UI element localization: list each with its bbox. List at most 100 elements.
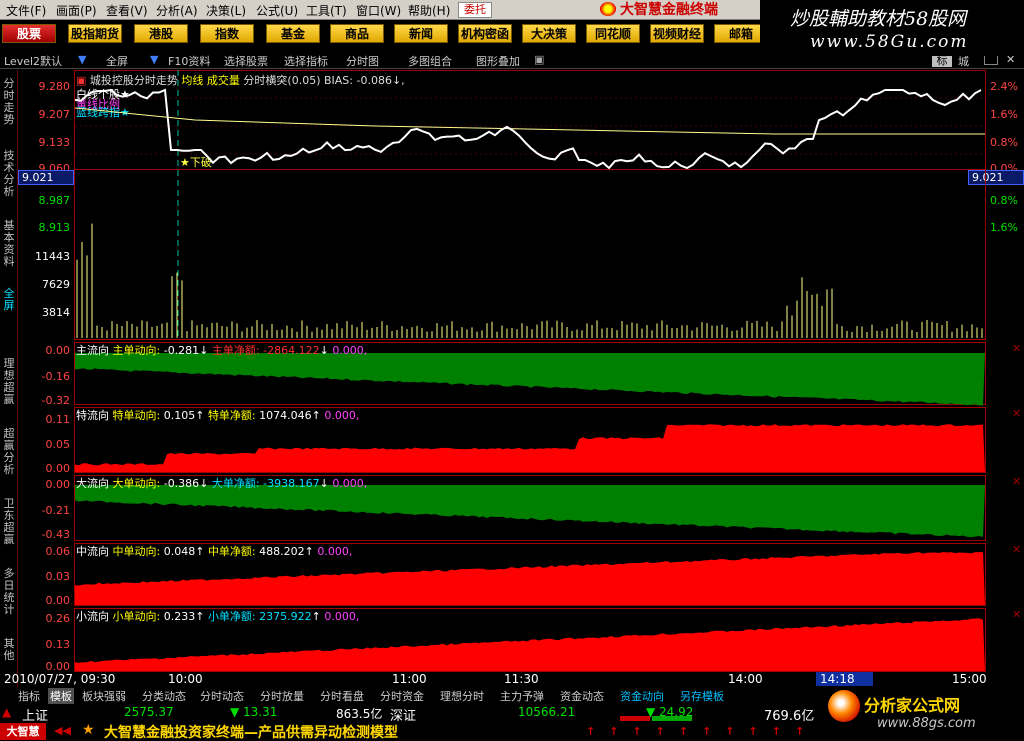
flow-arrow: ↑ [195, 610, 205, 623]
star-icon: ★ [82, 722, 95, 738]
ticker-text[interactable]: 大智慧金融投资家终端—产品供需异动检测模型 [104, 722, 398, 741]
small-flow-area [75, 618, 985, 671]
super-flow-area [75, 424, 985, 472]
watermark: 炒股輔助教材58股网 www.58Gu.com [760, 0, 1024, 56]
dzh-badge[interactable]: 大智慧 [0, 723, 46, 740]
indicator-tab[interactable]: 资金动态 [560, 688, 604, 704]
large-flow-label: 大流向 大单动向: -0.386↓ 大单净额: -3938.167↓ 0.000… [76, 475, 367, 491]
sz-updown-bar-up [620, 716, 650, 721]
select-stock-button[interactable]: 选择股票 [224, 53, 268, 69]
indicator-tab[interactable]: 另存模板 [680, 688, 724, 704]
flow-net-arrow: ↑ [311, 610, 321, 623]
small-y-2: 0.13 [45, 638, 71, 651]
indicator-tab-active[interactable]: 资金动向 [620, 688, 664, 704]
pct-y-4: 0.0% [990, 162, 1018, 170]
flow-name: 中流向 [76, 545, 109, 558]
main-flow-area [75, 353, 985, 406]
pct-y-6: 1.6% [990, 221, 1018, 234]
tab-win-analysis[interactable]: 超赢分析 [1, 428, 17, 476]
tab-ideal-win[interactable]: 理想超赢 [1, 358, 17, 406]
dropdown-arrow-icon[interactable]: ▼ [150, 53, 158, 66]
tab-timeshare[interactable]: 分时走势 [1, 78, 17, 126]
menu-file[interactable]: 文件(F) [6, 2, 46, 19]
sh-amount: 863.5亿 [336, 707, 383, 721]
flow-value: 0.048 [163, 545, 196, 558]
indicator-tab[interactable]: 分时动态 [200, 688, 244, 704]
main-flow-label: 主流向 主单动向: -0.281↓ 主单净额: -2864.122↓ 0.000… [76, 342, 367, 358]
vol-y-1: 11443 [35, 250, 70, 263]
sh-index: 2575.37 [124, 705, 174, 719]
multi-chart-button[interactable]: 多图组合 [408, 53, 452, 69]
menu-view-screen[interactable]: 画面(P) [56, 2, 97, 19]
f10-button[interactable]: F10资料 [168, 53, 210, 69]
tab-fullscreen[interactable]: 全屏 [1, 288, 17, 312]
menu-formula[interactable]: 公式(U) [256, 2, 298, 19]
flow-net: -3938.167 [263, 477, 320, 490]
pct-y-3: 0.8% [990, 136, 1018, 149]
menu-help[interactable]: 帮助(H) [408, 2, 450, 19]
time-start: 2010/07/27, 09:30 [4, 672, 116, 686]
menu-tools[interactable]: 工具(T) [306, 2, 347, 19]
flow-net: 488.202 [259, 545, 305, 558]
flow-value: 0.233 [163, 610, 196, 623]
small-y-1: 0.26 [45, 612, 71, 625]
menu-window[interactable]: 窗口(W) [356, 2, 401, 19]
flow-zero: 0.000, [332, 344, 368, 357]
flow-label: 特单动向: [112, 409, 161, 422]
close-icon[interactable]: ✕ [1012, 475, 1021, 488]
menu-view[interactable]: 查看(V) [106, 2, 148, 19]
tab-stocks[interactable]: 股票 [2, 24, 56, 43]
level2-select[interactable]: Level2默认 [4, 53, 62, 69]
flow-name: 主流向 [76, 344, 109, 357]
indicator-tab[interactable]: 理想分时 [440, 688, 484, 704]
tab-technical[interactable]: 技术分析 [1, 150, 17, 198]
indicator-tab[interactable]: 分类动态 [142, 688, 186, 704]
close-icon[interactable]: ✕ [1012, 342, 1021, 355]
tab-funds[interactable]: 基金 [266, 24, 320, 43]
tab-hk-stocks[interactable]: 港股 [134, 24, 188, 43]
indicator-tab[interactable]: 分时放量 [260, 688, 304, 704]
price-y-1: 9.280 [38, 80, 71, 93]
overlay-button[interactable]: 图形叠加 [476, 53, 520, 69]
close-icon[interactable]: ✕ [1012, 407, 1021, 420]
status-bar: ▲ 上证 2575.37 ▼ 13.31 863.5亿 深证 10566.21 … [0, 704, 820, 724]
tab-index[interactable]: 指数 [200, 24, 254, 43]
tab-weidong[interactable]: 卫东超赢 [1, 498, 17, 546]
indicator-tab[interactable]: 主力予弹 [500, 688, 544, 704]
tab-commodities[interactable]: 商品 [330, 24, 384, 43]
indicator-tab[interactable]: 指标 [18, 688, 40, 704]
tab-big-decision[interactable]: 大决策 [522, 24, 576, 43]
tab-news[interactable]: 新闻 [394, 24, 448, 43]
large-y-3: -0.43 [41, 528, 70, 541]
pct-y-1: 2.4% [990, 80, 1018, 93]
tab-video-finance[interactable]: 视频财经 [650, 24, 704, 43]
dropdown-arrow-icon[interactable]: ▼ [78, 53, 86, 66]
time-1400: 14:00 [728, 672, 763, 686]
tab-index-futures[interactable]: 股指期货 [68, 24, 122, 43]
chart-area: ▣ 城投控股分时走势 均线 成交量 分时横突(0.05) BIAS: -0.08… [18, 70, 1024, 688]
tab-fundamentals[interactable]: 基本资料 [1, 220, 17, 268]
indicator-tab[interactable]: 板块强弱 [82, 688, 126, 704]
menu-analysis[interactable]: 分析(A) [156, 2, 198, 19]
lock-icon[interactable]: ▣ [534, 53, 544, 66]
fullscreen-button[interactable]: 全屏 [106, 53, 128, 69]
indicator-tab[interactable]: 模板 [48, 688, 74, 704]
flow-arrow: ↓ [199, 477, 209, 490]
ticker-prev-icon[interactable]: ◀◀ [54, 724, 71, 737]
indicator-tab[interactable]: 分时资金 [380, 688, 424, 704]
close-icon[interactable]: ✕ [1012, 608, 1021, 621]
menu-decision[interactable]: 决策(L) [206, 2, 246, 19]
timechart-button[interactable]: 分时图 [346, 53, 379, 69]
weituo-button[interactable]: 委托 [458, 2, 492, 18]
tab-multi-day[interactable]: 多日统计 [1, 568, 17, 616]
select-index-button[interactable]: 选择指标 [284, 53, 328, 69]
pct-y-2: 1.6% [990, 108, 1018, 121]
super-y-1: 0.11 [45, 413, 71, 426]
tab-tonghuashun[interactable]: 同花顺 [586, 24, 640, 43]
tab-institution-letters[interactable]: 机构密函 [458, 24, 512, 43]
close-icon[interactable]: ✕ [1012, 543, 1021, 556]
tab-other[interactable]: 其他 [1, 638, 17, 662]
flow-label: 大单动向: [112, 477, 161, 490]
flow-net-arrow: ↓ [319, 344, 329, 357]
indicator-tab[interactable]: 分时看盘 [320, 688, 364, 704]
